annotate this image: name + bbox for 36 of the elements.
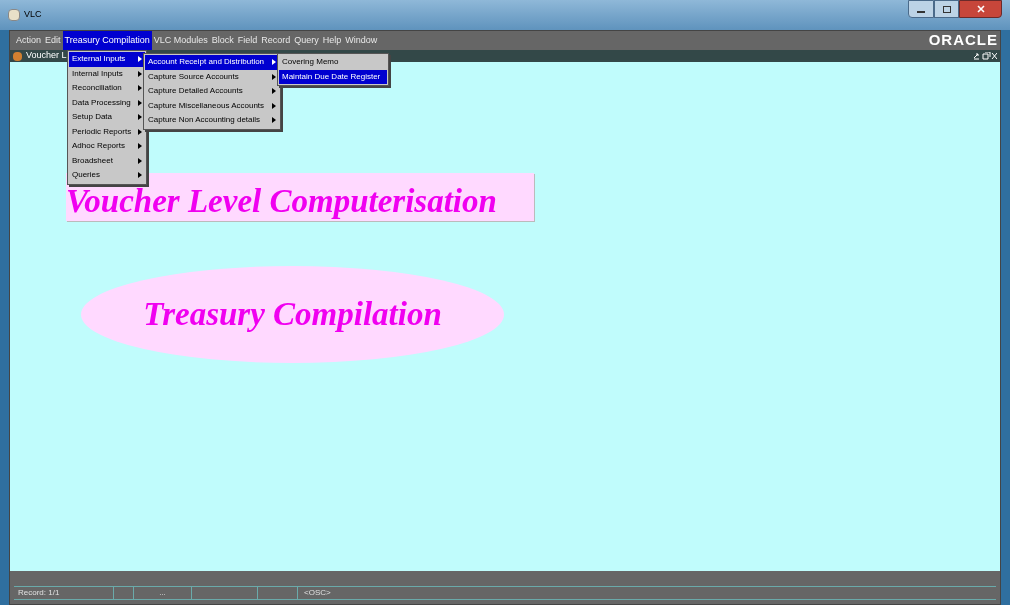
window-controls-icon <box>973 52 997 60</box>
record-indicator: Record: 1/1 <box>14 587 114 599</box>
menu-item[interactable]: Capture Miscellaneous Accounts <box>145 98 279 113</box>
menu-item[interactable]: Account Receipt and Distribution <box>145 55 279 70</box>
menu-bar-item[interactable]: Treasury Compilation <box>62 31 152 50</box>
form-icon <box>13 51 22 61</box>
menu-bar-item[interactable]: Edit <box>43 31 63 50</box>
inner-window-title: Voucher L <box>26 49 67 63</box>
menu-item[interactable]: Covering Memo <box>279 55 387 70</box>
menu-bar-item[interactable]: Field <box>235 31 260 50</box>
close-button[interactable] <box>959 0 1002 18</box>
menu-item[interactable]: Maintain Due Date Register <box>279 69 387 84</box>
menu-item[interactable]: Broadsheet <box>69 153 145 168</box>
menu-item[interactable]: External Inputs <box>69 52 145 67</box>
status-ellipsis: ... <box>134 587 192 599</box>
close-icon <box>976 5 985 13</box>
menu-item[interactable]: Capture Non Accounting details <box>145 113 279 128</box>
menu-item[interactable]: Adhoc Reports <box>69 139 145 154</box>
menu-bar-item[interactable]: Help <box>320 31 344 50</box>
menu-bar-item[interactable]: Action <box>14 31 43 50</box>
menu-bar-item[interactable]: Record <box>259 31 293 50</box>
menu-bar-item[interactable]: Window <box>343 31 380 50</box>
brand-logo: ORACLE <box>928 30 998 51</box>
maximize-button[interactable] <box>934 0 959 18</box>
banner-title: Voucher Level Computerisation <box>66 185 497 218</box>
menu-bar-item[interactable]: Block <box>209 31 236 50</box>
mode-indicator: <OSC> <box>303 587 332 599</box>
java-icon <box>8 9 20 21</box>
menu-bar-item[interactable]: Query <box>292 31 321 50</box>
menu-item[interactable]: Queries <box>69 168 145 183</box>
submenu-arrow-icon <box>272 117 276 124</box>
minimize-button[interactable] <box>908 0 934 18</box>
subtitle-ellipse: Treasury Compilation <box>81 266 504 363</box>
submenu-arrow-icon <box>138 172 142 179</box>
menu-bar-item[interactable]: VLC Modules <box>151 31 210 50</box>
window-title: VLC <box>24 8 42 22</box>
